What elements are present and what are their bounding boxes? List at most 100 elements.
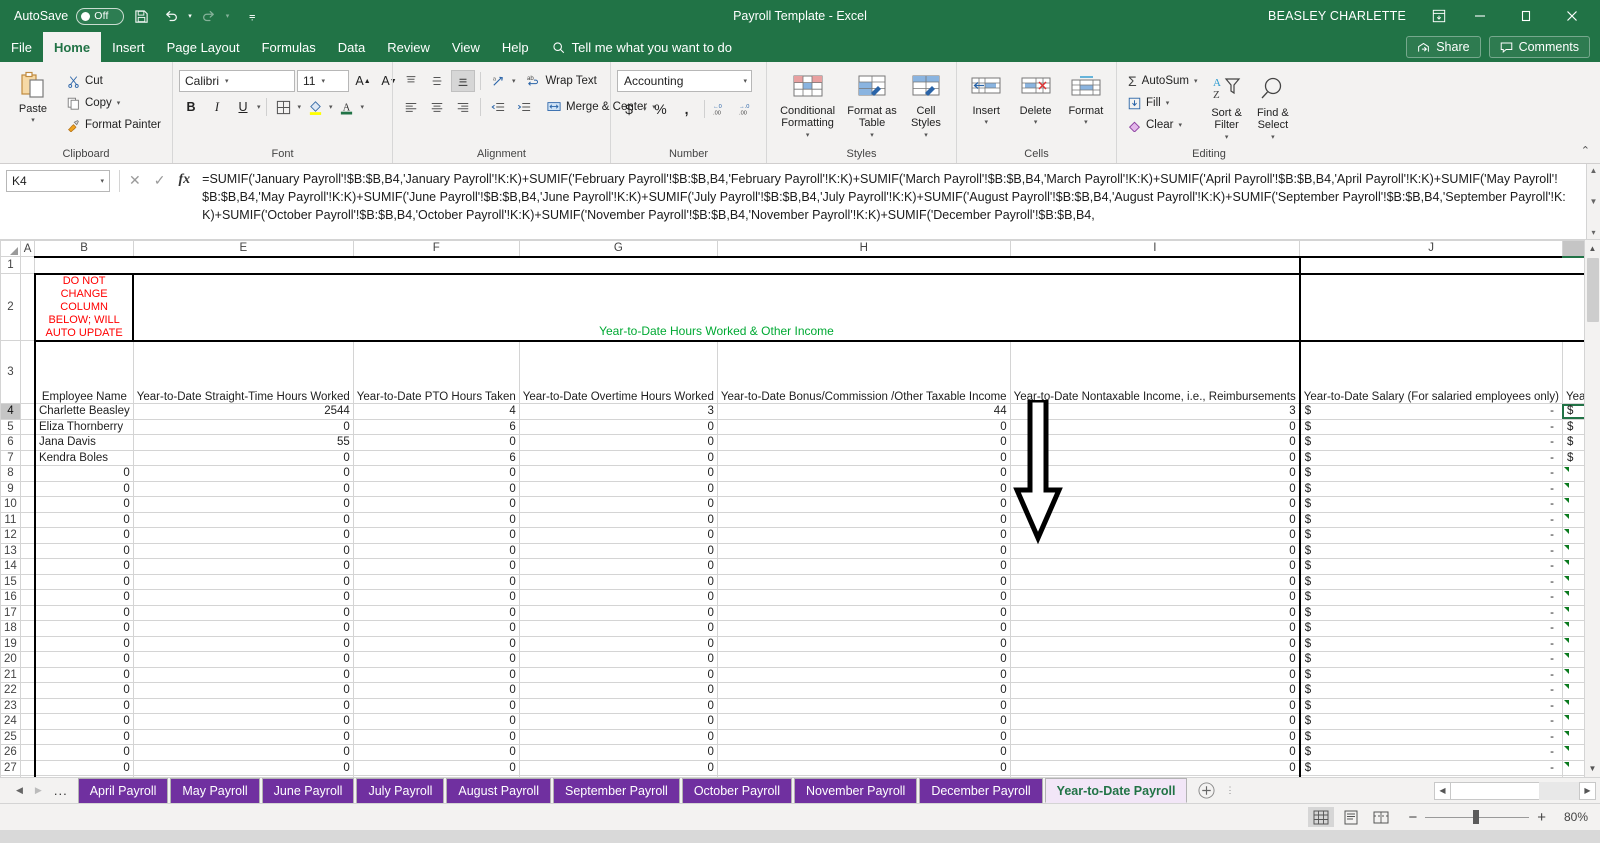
cell-salary[interactable]: $- [1298,558,1563,575]
cell-pto-hours[interactable]: 0 [352,775,520,777]
vertical-scroll-thumb[interactable] [1586,258,1599,322]
sheet-tab-july-payroll[interactable]: July Payroll [356,778,445,803]
undo-icon[interactable] [158,3,184,29]
collapse-ribbon-icon[interactable]: ⌃ [1581,144,1590,157]
page-break-preview-icon[interactable] [1368,807,1394,827]
cell-pto-hours[interactable]: 0 [352,604,520,621]
cell-pto-hours[interactable]: 0 [352,744,520,761]
cell-employee-name[interactable]: 0 [33,697,134,714]
format-cells-button[interactable]: Format ▾ [1062,68,1110,130]
cell-salary[interactable]: $- [1298,775,1563,777]
cell-salary[interactable]: $- [1298,511,1563,528]
cell-salary[interactable]: $- [1298,496,1563,513]
cell-st-pay[interactable]: #N/A [1561,759,1584,776]
header-employee-name[interactable]: Employee Name [33,340,134,404]
column-header-e[interactable]: E [132,240,354,257]
fill-button[interactable]: Fill ▾ [1123,92,1202,114]
cell-st-hours[interactable]: 0 [132,527,354,544]
cell-pto-hours[interactable]: 0 [352,558,520,575]
table-row[interactable]: 10000000$-#N/A#N/A#N/A#N/A#N/A#N/A#N/A$ [0,496,1584,513]
increase-indent-icon[interactable] [512,96,536,118]
cell-nontaxable[interactable]: 0 [1009,744,1301,761]
table-row[interactable]: 16000000$-#N/A#N/A#N/A#N/A#N/A#N/A#N/A$ [0,589,1584,606]
cell-a3[interactable] [19,340,36,404]
cell-pto-hours[interactable]: 0 [352,434,520,451]
cell-bonus[interactable]: 0 [716,635,1011,652]
zoom-slider[interactable] [1425,810,1530,824]
name-box-dropdown-icon[interactable]: ▾ [100,177,104,185]
scroll-down-icon[interactable]: ▼ [1585,760,1600,777]
cell-bonus[interactable]: 0 [716,434,1011,451]
delete-cells-button[interactable]: Delete ▾ [1011,68,1059,130]
table-row[interactable]: 21000000$-#N/A#N/A#N/A#N/A#N/A#N/A#N/A$ [0,666,1584,683]
cell-employee-name[interactable]: 0 [33,651,134,668]
customize-qat-icon[interactable]: ⩦ [239,3,265,29]
cell-employee-name[interactable]: Eliza Thornberry [33,418,134,435]
cell-st-pay[interactable]: #N/A [1561,496,1584,513]
cell-nontaxable[interactable]: 0 [1009,651,1301,668]
cell-st-pay[interactable]: #N/A [1561,666,1584,683]
row-header-7[interactable]: 7 [0,449,21,466]
format-as-table-dropdown-icon[interactable]: ▾ [870,132,874,140]
scroll-up-icon[interactable]: ▲ [1585,240,1600,257]
cell-st-pay[interactable]: #N/A [1561,558,1584,575]
banner-title-cell[interactable]: Year-to-Date Payroll TemplateDO NOT CHAN… [1299,272,1584,342]
banner-hours-worked[interactable]: Year-to-Date Hours Worked & Other Income [132,272,1301,342]
italic-button[interactable]: I [205,96,229,118]
enter-icon[interactable]: ✓ [154,172,166,189]
sheet-tab-year-to-date-payroll[interactable]: Year-to-Date Payroll [1044,778,1188,803]
format-painter-button[interactable]: Format Painter [62,114,166,136]
cell-employee-name[interactable]: 0 [33,775,134,777]
cell-a19[interactable] [19,635,36,652]
cell-ot-hours[interactable]: 3 [518,403,718,420]
find-select-dropdown-icon[interactable]: ▾ [1271,134,1275,142]
row-header-3[interactable]: 3 [0,340,21,404]
table-row[interactable]: 14000000$-#N/A#N/A#N/A#N/A#N/A#N/A#N/A$ [0,558,1584,575]
horizontal-scroll-track[interactable] [1539,781,1579,800]
table-row[interactable]: 8000000$-#N/A#N/A#N/A#N/A#N/A#N/A#N/A$ [0,465,1584,482]
cell-a23[interactable] [19,697,36,714]
column-header-a[interactable]: A [19,240,36,257]
row-header-28[interactable]: 28 [0,775,21,777]
name-box[interactable]: K4 ▾ [6,170,110,192]
cell-st-hours[interactable]: 0 [132,558,354,575]
formula-expand-icon[interactable]: ▾ [1591,228,1595,237]
table-row[interactable]: 4Charlette Beasley254443443$-$254,800.00… [0,403,1584,420]
cell-salary[interactable]: $- [1298,403,1563,420]
column-header-j[interactable]: J [1299,240,1563,257]
cell-salary[interactable]: $- [1298,744,1563,761]
cell-bonus[interactable]: 0 [716,449,1011,466]
cell-ot-hours[interactable]: 0 [518,573,718,590]
row-header-26[interactable]: 26 [0,744,21,761]
cell-pto-hours[interactable]: 0 [352,465,520,482]
cell-ot-hours[interactable]: 0 [518,713,718,730]
cell-st-pay[interactable]: #N/A [1561,589,1584,606]
cell-st-pay[interactable]: #N/A [1561,775,1584,777]
cell-pto-hours[interactable]: 0 [352,620,520,637]
table-row[interactable]: 22000000$-#N/A#N/A#N/A#N/A#N/A#N/A#N/A$ [0,682,1584,699]
cell-st-hours[interactable]: 0 [132,682,354,699]
fill-color-icon[interactable] [303,96,327,118]
cell-pto-hours[interactable]: 0 [352,666,520,683]
table-row[interactable]: 6Jana Davis550000$-$-$-$-$-$-$-$-$ [0,434,1584,451]
row-header-14[interactable]: 14 [0,558,21,575]
sheet-tab-may-payroll[interactable]: May Payroll [170,778,260,803]
cell-salary[interactable]: $- [1298,651,1563,668]
cell-nontaxable[interactable]: 0 [1009,434,1301,451]
tab-splitter-handle[interactable]: ⋮ [1223,778,1237,803]
comments-button[interactable]: Comments [1488,36,1590,58]
cell-nontaxable[interactable]: 0 [1009,589,1301,606]
column-header-b[interactable]: B [34,240,134,257]
cell-a20[interactable] [19,651,36,668]
cell-st-hours[interactable]: 0 [132,666,354,683]
tab-view[interactable]: View [441,32,491,62]
cell-nontaxable[interactable]: 0 [1009,527,1301,544]
cell-bonus[interactable]: 0 [716,713,1011,730]
cell-a1[interactable] [19,256,36,274]
undo-dropdown-icon[interactable]: ▾ [188,12,192,20]
cell-salary[interactable]: $- [1298,418,1563,435]
table-row[interactable]: 27000000$-#N/A#N/A#N/A#N/A#N/A#N/A#N/A$ [0,759,1584,776]
cell-st-hours[interactable]: 0 [132,775,354,777]
cell-a28[interactable] [19,775,36,777]
row-header-16[interactable]: 16 [0,589,21,606]
